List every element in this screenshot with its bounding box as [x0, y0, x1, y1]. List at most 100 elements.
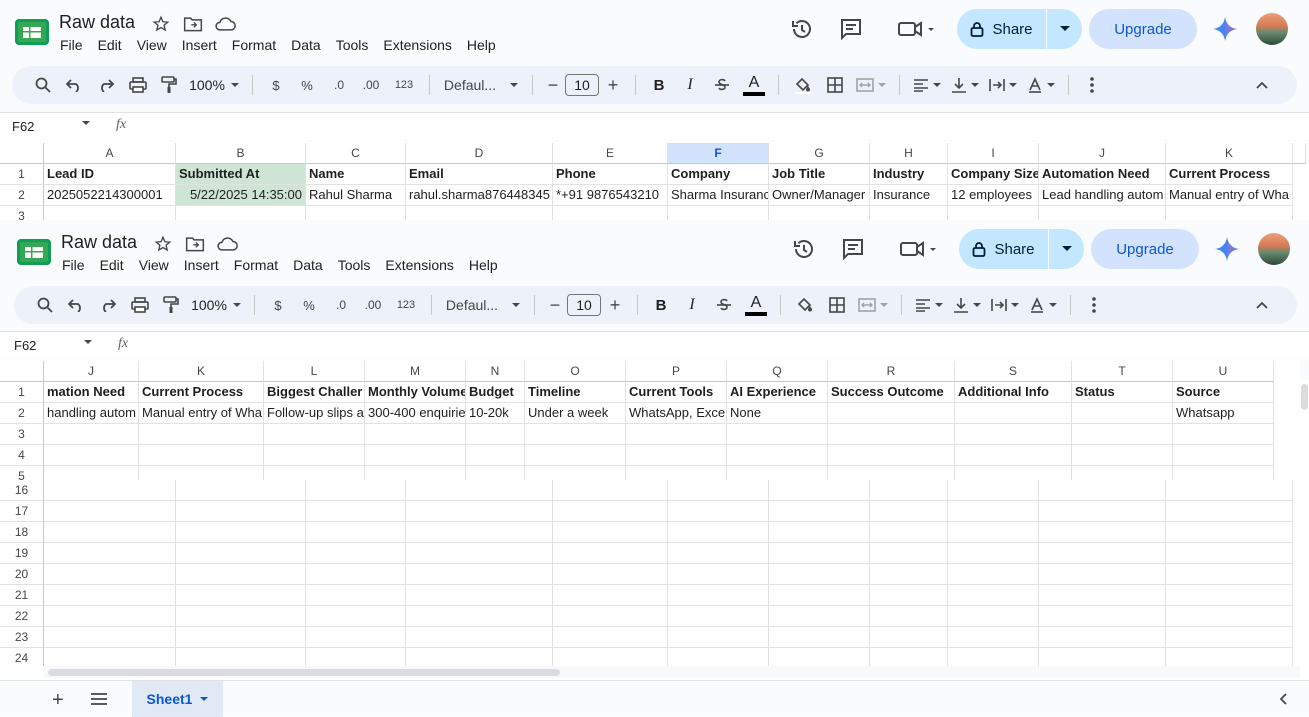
empty-cell[interactable]: [626, 466, 727, 480]
text-wrapping-icon[interactable]: [986, 290, 1024, 320]
column-header-b[interactable]: B: [176, 143, 306, 164]
menu-edit[interactable]: Edit: [98, 37, 122, 53]
cloud-saved-icon[interactable]: [214, 13, 236, 35]
empty-cell[interactable]: [1039, 543, 1166, 564]
collapse-toolbar-icon[interactable]: [1247, 290, 1277, 320]
sheets-logo-icon[interactable]: [15, 19, 49, 45]
empty-cell[interactable]: [553, 543, 668, 564]
empty-cell[interactable]: [955, 424, 1072, 445]
header-cell[interactable]: Monthly Volume: [365, 382, 466, 403]
menu-view[interactable]: View: [139, 257, 169, 273]
empty-cell[interactable]: [176, 606, 306, 627]
header-cell[interactable]: Automation Need: [1039, 164, 1166, 185]
data-cell[interactable]: 300-400 enquirie: [365, 403, 466, 424]
gemini-sparkle-icon[interactable]: [1212, 16, 1238, 42]
upgrade-button[interactable]: Upgrade: [1091, 229, 1199, 269]
empty-cell[interactable]: [176, 648, 306, 666]
percent-format-button[interactable]: %: [291, 70, 323, 100]
undo-icon[interactable]: [60, 290, 92, 320]
empty-cell[interactable]: [870, 648, 948, 666]
empty-cell[interactable]: [1039, 480, 1166, 501]
menu-edit[interactable]: Edit: [100, 257, 124, 273]
text-rotation-icon[interactable]: [1024, 290, 1062, 320]
share-dropdown-button[interactable]: [1049, 229, 1084, 269]
empty-cell[interactable]: [466, 424, 525, 445]
more-vert-icon[interactable]: [1077, 70, 1107, 100]
empty-cell[interactable]: [406, 564, 553, 585]
empty-cell[interactable]: [668, 627, 769, 648]
column-header-m[interactable]: M: [365, 361, 466, 382]
empty-cell[interactable]: [668, 648, 769, 666]
row-header-4[interactable]: 4: [0, 445, 44, 466]
menu-help[interactable]: Help: [467, 37, 496, 53]
empty-cell[interactable]: [306, 501, 406, 522]
horizontal-scrollbar[interactable]: [44, 666, 1300, 678]
empty-cell[interactable]: [1166, 522, 1293, 543]
empty-cell[interactable]: [264, 466, 365, 480]
menu-tools[interactable]: Tools: [336, 37, 369, 53]
empty-cell[interactable]: [553, 522, 668, 543]
empty-cell[interactable]: [306, 585, 406, 606]
header-cell[interactable]: mation Need: [44, 382, 139, 403]
empty-cell[interactable]: [870, 606, 948, 627]
decrease-font-size-button[interactable]: −: [543, 290, 567, 320]
empty-cell[interactable]: [466, 466, 525, 480]
empty-cell[interactable]: [406, 206, 553, 220]
empty-cell[interactable]: [306, 206, 406, 220]
row-header-19[interactable]: 19: [0, 543, 44, 564]
font-size-input[interactable]: 10: [565, 74, 599, 96]
menu-file[interactable]: File: [62, 257, 85, 273]
column-header-j[interactable]: J: [44, 361, 139, 382]
header-cell[interactable]: Budget: [466, 382, 525, 403]
empty-cell[interactable]: [870, 564, 948, 585]
empty-cell[interactable]: [44, 606, 176, 627]
empty-cell[interactable]: [769, 585, 870, 606]
header-cell[interactable]: Current Process: [1166, 164, 1293, 185]
empty-cell[interactable]: [727, 424, 828, 445]
header-cell[interactable]: Success Outcome: [828, 382, 955, 403]
column-header-n[interactable]: N: [466, 361, 525, 382]
empty-cell[interactable]: [553, 501, 668, 522]
font-family-select[interactable]: Defaul...: [440, 290, 526, 320]
share-main-button[interactable]: Share: [957, 9, 1047, 49]
empty-cell[interactable]: [306, 606, 406, 627]
empty-cell[interactable]: [306, 522, 406, 543]
more-formats-button[interactable]: 123: [387, 70, 421, 100]
empty-cell[interactable]: [406, 480, 553, 501]
menu-tools[interactable]: Tools: [338, 257, 371, 273]
empty-cell[interactable]: [1173, 466, 1274, 480]
scroll-thumb[interactable]: [1301, 384, 1308, 410]
column-header-s[interactable]: S: [955, 361, 1072, 382]
sheets-logo-icon[interactable]: [17, 239, 51, 265]
header-cell[interactable]: Timeline: [525, 382, 626, 403]
row-header-16[interactable]: 16: [0, 480, 44, 501]
empty-cell[interactable]: [769, 564, 870, 585]
empty-cell[interactable]: [176, 501, 306, 522]
header-cell[interactable]: Name: [306, 164, 406, 185]
bold-button[interactable]: B: [644, 70, 674, 100]
column-header[interactable]: [1293, 143, 1306, 164]
row-header-24[interactable]: 24: [0, 648, 44, 666]
search-menus-icon[interactable]: [28, 70, 58, 100]
version-history-icon[interactable]: [789, 16, 815, 42]
empty-cell[interactable]: [1166, 606, 1293, 627]
empty-cell[interactable]: [44, 627, 176, 648]
empty-cell[interactable]: [264, 445, 365, 466]
empty-cell[interactable]: [948, 501, 1039, 522]
empty-cell[interactable]: [1039, 606, 1166, 627]
font-size-input[interactable]: 10: [567, 294, 601, 316]
empty-cell[interactable]: [44, 522, 176, 543]
column-header-a[interactable]: A: [44, 143, 176, 164]
empty-cell[interactable]: [44, 564, 176, 585]
empty-cell[interactable]: [44, 543, 176, 564]
empty-cell[interactable]: [406, 585, 553, 606]
font-family-select[interactable]: Defaul...: [438, 70, 524, 100]
data-cell[interactable]: Lead handling autom: [1039, 185, 1166, 206]
empty-cell[interactable]: [1039, 648, 1166, 666]
borders-icon[interactable]: [819, 70, 851, 100]
row-header-23[interactable]: 23: [0, 627, 44, 648]
add-sheet-button[interactable]: +: [52, 689, 64, 712]
row-header-20[interactable]: 20: [0, 564, 44, 585]
document-title[interactable]: Raw data: [61, 232, 137, 253]
data-cell[interactable]: [1072, 403, 1173, 424]
